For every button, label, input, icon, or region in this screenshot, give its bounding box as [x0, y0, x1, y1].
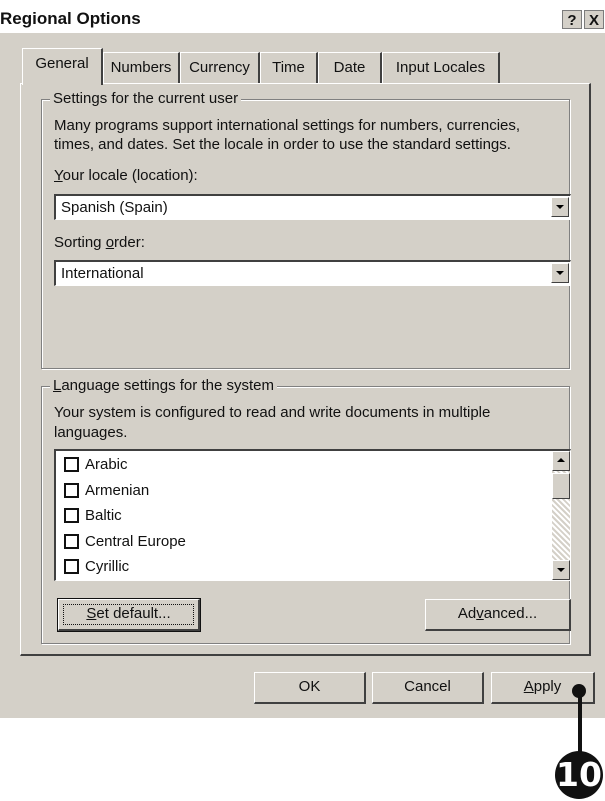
tab-date[interactable]: Date	[318, 52, 382, 83]
arabic-checkbox[interactable]	[64, 457, 79, 472]
callout-number-badge: 10	[555, 751, 603, 799]
user-settings-legend: Settings for the current user	[50, 90, 242, 107]
cyrillic-checkbox[interactable]	[64, 559, 79, 574]
ok-button[interactable]: OK	[254, 672, 366, 704]
window-title: Regional Options	[0, 9, 141, 28]
language-list-scrollbar[interactable]	[552, 451, 570, 580]
user-settings-description-line2: times, and dates. Set the locale in orde…	[54, 136, 511, 153]
sorting-order-label: Sorting order:	[54, 234, 145, 251]
set-default-button[interactable]: Set default...	[57, 598, 201, 632]
tab-label: Input Locales	[395, 59, 486, 76]
chevron-down-icon	[556, 271, 564, 275]
user-settings-group: Settings for the current user Many progr…	[41, 90, 571, 369]
sorting-order-value: International	[61, 265, 144, 282]
chevron-up-icon	[557, 458, 565, 462]
system-language-group: Language settings for the system Your sy…	[41, 377, 571, 644]
tab-label: General	[35, 55, 89, 72]
system-description-line2: languages.	[54, 424, 128, 441]
tab-currency[interactable]: Currency	[180, 52, 260, 83]
tab-general[interactable]: General	[22, 48, 103, 85]
baltic-checkbox[interactable]	[64, 508, 79, 523]
locale-dropdown-button[interactable]	[551, 197, 569, 217]
general-tab-panel: Settings for the current user Many progr…	[20, 83, 591, 656]
system-description-line1: Your system is configured to read and wr…	[54, 404, 491, 421]
locale-dropdown[interactable]: Spanish (Spain)	[54, 194, 571, 220]
language-list[interactable]: Arabic Armenian Baltic Central Europe Cy…	[54, 449, 571, 581]
tab-label: Time	[272, 59, 305, 76]
tab-time[interactable]: Time	[260, 52, 318, 83]
scroll-up-button[interactable]	[552, 451, 570, 471]
close-button[interactable]: X	[584, 10, 604, 29]
chevron-down-icon	[556, 205, 564, 209]
system-language-legend: Language settings for the system	[50, 377, 277, 394]
title-bar: Regional Options ? X	[0, 0, 605, 33]
sorting-order-dropdown-button[interactable]	[551, 263, 569, 283]
scroll-thumb[interactable]	[552, 473, 570, 499]
chevron-down-icon	[557, 568, 565, 572]
tab-label: Numbers	[110, 59, 172, 76]
locale-label: Your locale (location):	[54, 167, 198, 184]
tab-label: Date	[333, 59, 366, 76]
callout-line	[578, 690, 582, 752]
cancel-button[interactable]: Cancel	[372, 672, 484, 704]
central-europe-checkbox[interactable]	[64, 534, 79, 549]
armenian-checkbox[interactable]	[64, 483, 79, 498]
callout-pointer	[572, 684, 586, 698]
help-button[interactable]: ?	[562, 10, 582, 29]
focus-rectangle	[63, 604, 194, 625]
tab-label: Currency	[189, 59, 250, 76]
sorting-order-dropdown[interactable]: International	[54, 260, 571, 286]
regional-options-dialog: Regional Options ? X General Numbers Cur…	[0, 0, 605, 718]
scroll-down-button[interactable]	[552, 560, 570, 580]
user-settings-description-line1: Many programs support international sett…	[54, 117, 521, 134]
tab-input-locales[interactable]: Input Locales	[382, 52, 500, 83]
advanced-button[interactable]: Advanced...	[425, 599, 571, 631]
locale-value: Spanish (Spain)	[61, 199, 168, 216]
tab-numbers[interactable]: Numbers	[103, 52, 180, 83]
